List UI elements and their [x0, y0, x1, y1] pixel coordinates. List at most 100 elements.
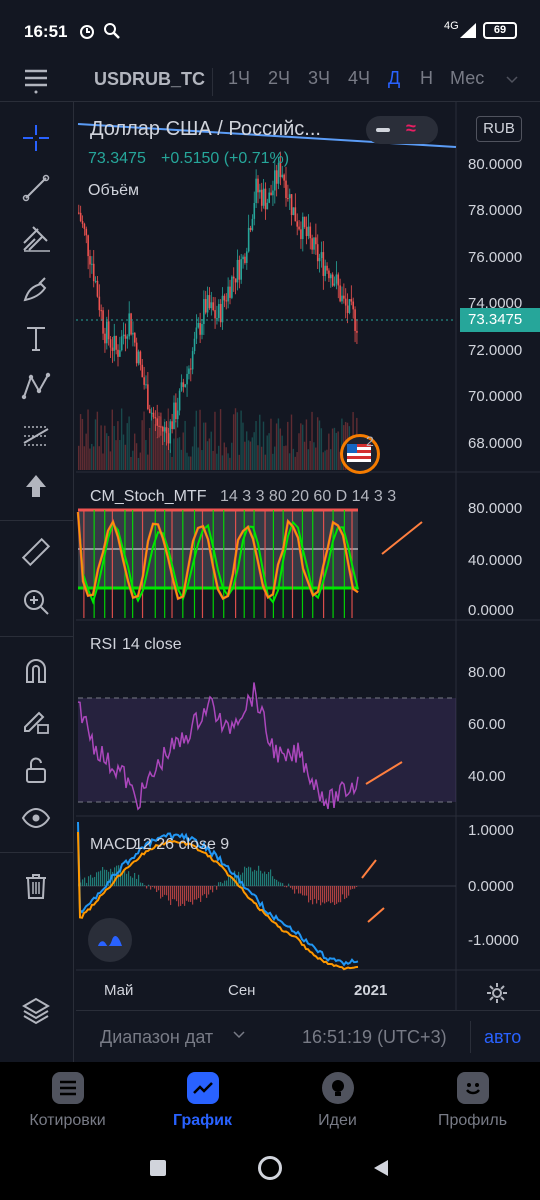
brush-icon[interactable]	[18, 270, 54, 306]
macd-histogram-bar	[288, 883, 290, 886]
candle-body	[232, 276, 235, 279]
volume-bar	[126, 423, 128, 470]
sidebar-divider	[0, 852, 74, 853]
layers-icon[interactable]	[18, 992, 54, 1028]
candle-body	[318, 258, 321, 262]
tradingview-logo-icon[interactable]	[88, 918, 132, 962]
chevron-down-icon[interactable]	[505, 72, 519, 91]
macd-histogram-bar	[94, 876, 96, 886]
trash-icon[interactable]	[18, 868, 54, 904]
candle-body	[300, 229, 302, 240]
volume-bar	[300, 423, 302, 470]
volume-bar	[287, 421, 289, 470]
annotation-arrow	[381, 521, 423, 555]
macd-histogram-bar	[350, 886, 352, 890]
candle-body	[145, 384, 147, 386]
currency-badge[interactable]: RUB	[476, 116, 522, 142]
auto-scale-button[interactable]: авто	[484, 1027, 521, 1048]
candle-body	[341, 295, 343, 302]
date-range-button[interactable]: Диапазон дат	[100, 1027, 213, 1048]
back-icon[interactable]	[372, 1158, 390, 1183]
macd-histogram-bar	[302, 886, 304, 896]
annotation-arrow	[361, 859, 377, 879]
nav-ideas[interactable]: Идеи	[270, 1062, 405, 1134]
volume-bar	[298, 433, 300, 470]
volume-bar	[255, 421, 257, 470]
home-icon[interactable]	[258, 1156, 282, 1180]
macd-histogram-bar	[336, 886, 338, 904]
interval-2h[interactable]: 2Ч	[268, 68, 290, 89]
lock-pencil-icon[interactable]	[18, 702, 54, 738]
nav-chart[interactable]: График	[135, 1062, 270, 1134]
macd-histogram-bar	[248, 866, 250, 886]
measure-icon[interactable]	[18, 418, 54, 454]
pattern-icon[interactable]	[18, 368, 54, 404]
macd-histogram-bar	[132, 877, 134, 886]
status-bar: 16:51 4G 69	[0, 0, 540, 62]
interval-week[interactable]: Н	[420, 68, 433, 89]
compare-icon[interactable]: ≈	[406, 118, 416, 139]
macd-histogram-bar	[98, 871, 100, 886]
unlock-icon[interactable]	[18, 752, 54, 788]
candle-body	[214, 310, 216, 319]
settings-gear-icon[interactable]	[486, 982, 508, 1009]
candle-body	[154, 417, 157, 419]
volume-bar	[227, 453, 229, 470]
chevron-down-icon[interactable]	[232, 1027, 246, 1046]
macd-histogram-bar	[262, 873, 264, 886]
drawing-toolbar	[0, 69, 74, 1062]
candle-body	[285, 180, 287, 199]
arrow-up-icon[interactable]	[18, 468, 54, 504]
minimize-icon[interactable]	[376, 128, 390, 132]
crosshair-icon[interactable]	[18, 120, 54, 156]
macd-histogram-bar	[148, 884, 150, 886]
volume-bar	[333, 427, 336, 470]
candle-body	[240, 259, 242, 280]
volume-bar	[158, 412, 160, 470]
macd-histogram-bar	[274, 878, 276, 886]
interval-month[interactable]: Мес	[450, 68, 484, 89]
candle-body	[281, 174, 284, 178]
candle-body	[128, 313, 130, 337]
volume-bar	[247, 440, 250, 470]
text-icon[interactable]	[18, 320, 54, 356]
macd-histogram-bar	[170, 886, 172, 905]
signal-icon	[458, 21, 478, 44]
volume-bar	[307, 449, 309, 470]
volume-bar	[231, 442, 233, 470]
candle-body	[330, 274, 332, 279]
macd-tick: 0.0000	[468, 878, 514, 895]
toolbar-divider	[212, 68, 213, 96]
volume-bar	[244, 441, 246, 470]
menu-icon[interactable]	[18, 62, 54, 98]
volume-bar	[188, 456, 190, 470]
candle-body	[156, 418, 158, 426]
ruler-icon[interactable]	[18, 534, 54, 570]
symbol-button[interactable]: USDRUB_TC	[94, 69, 205, 90]
interval-1h[interactable]: 1Ч	[228, 68, 250, 89]
candle-body	[92, 263, 95, 282]
candle-body	[352, 301, 354, 310]
nav-quotes[interactable]: Котировки	[0, 1062, 135, 1134]
chart-area[interactable]: Доллар США / Российс... ≈ RUB 73.3475 +0…	[76, 102, 540, 1010]
recents-icon[interactable]	[150, 1160, 166, 1176]
volume-bar	[134, 433, 136, 470]
macd-histogram-bar	[204, 886, 206, 895]
macd-histogram-bar	[328, 886, 330, 902]
trend-line-icon[interactable]	[18, 170, 54, 206]
zoom-in-icon[interactable]	[18, 584, 54, 620]
nav-profile[interactable]: Профиль	[405, 1062, 540, 1134]
pitchfork-icon[interactable]	[18, 220, 54, 256]
eye-icon[interactable]	[18, 800, 54, 836]
magnet-icon[interactable]	[18, 652, 54, 688]
candle-body	[91, 263, 93, 265]
candle-body	[176, 410, 179, 420]
interval-day[interactable]: Д	[388, 68, 400, 89]
interval-4h[interactable]: 4Ч	[348, 68, 370, 89]
interval-3h[interactable]: 3Ч	[308, 68, 330, 89]
volume-bar	[156, 437, 158, 470]
candle-body	[204, 299, 207, 313]
macd-histogram-bar	[296, 886, 298, 890]
macd-histogram-bar	[260, 870, 262, 886]
macd-histogram-bar	[322, 886, 324, 903]
